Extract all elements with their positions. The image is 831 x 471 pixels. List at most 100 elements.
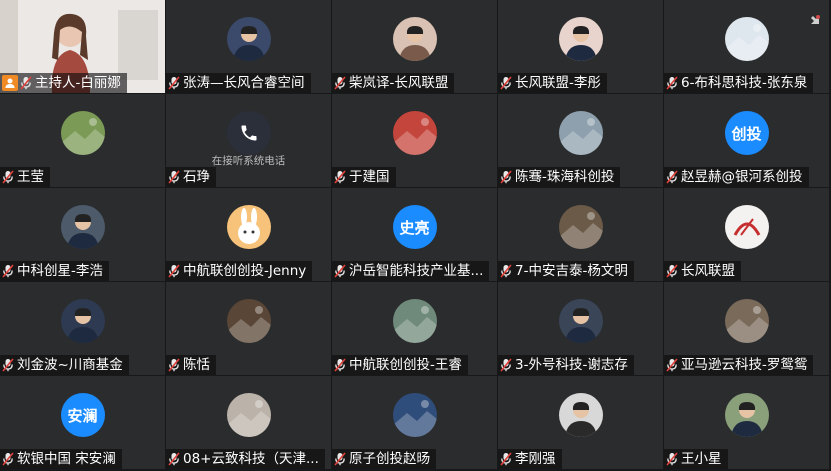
participant-tile[interactable]: 陈骞-珠海科创投 [498,94,663,187]
avatar [392,299,437,344]
participant-tile[interactable]: 陈恬 [166,282,331,375]
avatar [226,299,271,344]
participant-name: 主持人-白丽娜 [35,75,121,91]
name-label: 长风联盟 [664,261,741,281]
name-label: 中航联创创投-王睿 [332,355,468,375]
avatar [60,299,105,344]
name-label: 3-外号科技-谢志存 [498,355,634,375]
participant-name: 中航联创创投-Jenny [183,263,307,279]
participant-tile[interactable]: 08+云致科技（天津... [166,376,331,469]
avatar [724,299,769,344]
participant-name: 王莹 [17,169,44,185]
participant-name: 长风联盟 [681,263,735,279]
avatar-text: 安澜 [60,393,105,438]
participant-tile[interactable]: 原子创投赵旸 [332,376,497,469]
mic-muted-icon [18,76,35,90]
name-label: 主持人-白丽娜 [0,73,127,93]
name-label: 柴岚译-长风联盟 [332,73,455,93]
avatar [226,393,271,438]
name-label: 中科创星-李浩 [0,261,109,281]
participant-tile[interactable]: 王莹 [0,94,165,187]
participant-tile[interactable]: 李刚强 [498,376,663,469]
name-label: 石琤 [166,167,216,187]
participant-name: 柴岚译-长风联盟 [349,75,449,91]
mic-muted-icon [664,170,681,184]
name-label: 原子创投赵旸 [332,449,436,469]
name-label: 于建国 [332,167,396,187]
avatar [60,111,105,156]
participant-tile[interactable]: 刘金波~川商基金 [0,282,165,375]
participant-name: 李刚强 [515,451,556,467]
name-label: 亚马逊云科技-罗鸳鸳 [664,355,814,375]
avatar [226,17,271,62]
participant-tile[interactable]: 长风联盟 [664,188,829,281]
participant-name: 软银中国 宋安澜 [17,451,116,467]
participant-tile[interactable]: 在接听系统电话 石琤 [166,94,331,187]
participant-tile[interactable]: 创投 赵昱赫@银河系创投 [664,94,829,187]
avatar [558,205,603,250]
participant-tile[interactable]: 3-外号科技-谢志存 [498,282,663,375]
participant-name: 刘金波~川商基金 [17,357,123,373]
name-label: 王小星 [664,449,728,469]
avatar [724,393,769,438]
pin-icon[interactable] [807,12,823,28]
mic-muted-icon [0,170,17,184]
mic-muted-icon [498,76,515,90]
participant-tile[interactable]: 7-中安吉泰-杨文明 [498,188,663,281]
participant-tile[interactable]: 安澜软银中国 宋安澜 [0,376,165,469]
name-label: 沪岳智能科技产业基... [332,261,490,281]
avatar [392,111,437,156]
mic-muted-icon [166,452,183,466]
call-status: 在接听系统电话 [211,154,286,167]
mic-muted-icon [332,264,349,278]
participant-tile[interactable]: 长风联盟-李彤 [498,0,663,93]
participant-name: 陈骞-珠海科创投 [515,169,615,185]
mic-muted-icon [498,358,515,372]
participant-name: 沪岳智能科技产业基... [349,263,484,279]
participant-name: 中科创星-李浩 [17,263,103,279]
participant-name: 王小星 [681,451,722,467]
name-label: 陈恬 [166,355,216,375]
name-label: 张涛—长风合睿空间 [166,73,311,93]
avatar [558,393,603,438]
avatar-text: 创投 [724,111,769,156]
name-label: 6-布科思科技-张东泉 [664,73,814,93]
mic-muted-icon [332,170,349,184]
participant-tile[interactable]: 中航联创创投-王睿 [332,282,497,375]
name-label: 软银中国 宋安澜 [0,449,122,469]
mic-muted-icon [0,358,17,372]
participant-tile[interactable]: 亚马逊云科技-罗鸳鸳 [664,282,829,375]
name-label: 长风联盟-李彤 [498,73,607,93]
mic-muted-icon [0,264,17,278]
avatar [558,299,603,344]
gallery-grid: 主持人-白丽娜 张涛—长风合睿空间 柴岚译-长风联盟 长风联盟-李彤 6-布科思科技-张… [0,0,831,471]
participant-tile[interactable]: 王小星 [664,376,829,469]
name-label: 刘金波~川商基金 [0,355,129,375]
mic-muted-icon [0,452,17,466]
participant-name: 7-中安吉泰-杨文明 [515,263,628,279]
mic-muted-icon [332,76,349,90]
participant-tile[interactable]: 柴岚译-长风联盟 [332,0,497,93]
participant-tile[interactable]: 中科创星-李浩 [0,188,165,281]
host-icon [2,75,18,91]
participant-tile[interactable]: 张涛—长风合睿空间 [166,0,331,93]
avatar [724,17,769,62]
participant-name: 亚马逊云科技-罗鸳鸳 [681,357,808,373]
avatar [60,205,105,250]
participant-tile[interactable]: 史亮沪岳智能科技产业基... [332,188,497,281]
avatar [226,205,271,250]
participant-name: 长风联盟-李彤 [515,75,601,91]
mic-muted-icon [664,358,681,372]
participant-tile[interactable]: 于建国 [332,94,497,187]
mic-muted-icon [166,170,183,184]
participant-tile[interactable]: 6-布科思科技-张东泉 [664,0,829,93]
avatar-text: 史亮 [392,205,437,250]
mic-muted-icon [166,358,183,372]
participant-tile[interactable]: 主持人-白丽娜 [0,0,165,93]
mic-muted-icon [166,76,183,90]
name-label: 中航联创创投-Jenny [166,261,313,281]
participant-name: 08+云致科技（天津... [183,451,319,467]
participant-tile[interactable]: 中航联创创投-Jenny [166,188,331,281]
avatar [558,17,603,62]
name-label: 08+云致科技（天津... [166,449,325,469]
